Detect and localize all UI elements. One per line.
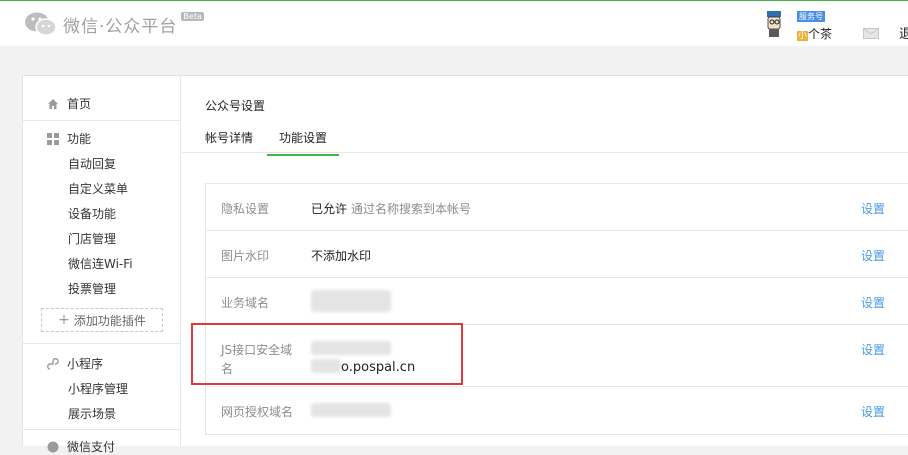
sidebar-group-wechat-pay: 微信支付: [47, 438, 115, 455]
page-title: 公众号设置: [205, 99, 266, 113]
sidebar-item-home[interactable]: 首页: [47, 95, 91, 112]
settings-row-privacy: 隐私设置 已允许 通过名称搜索到本帐号 设置: [206, 184, 908, 231]
setting-value: 不添加水印: [311, 249, 372, 263]
js-domain-settings-link[interactable]: 设置: [861, 341, 885, 358]
watermark-settings-link[interactable]: 设置: [861, 247, 885, 264]
brand-text: 微信·公众平台: [63, 16, 178, 37]
grid-icon: [47, 132, 59, 145]
setting-tip: 通过名称搜索到本帐号: [351, 202, 472, 216]
sidebar-divider: [23, 343, 180, 344]
sidebar-group-label: 功能: [67, 132, 92, 146]
setting-value: 已允许 通过名称搜索到本帐号: [311, 200, 471, 217]
sidebar-item-custom-menu[interactable]: 自定义菜单: [68, 180, 128, 197]
sidebar-group-label: 小程序: [67, 357, 104, 371]
sidebar-item-auto-reply[interactable]: 自动回复: [68, 155, 116, 172]
settings-row-watermark: 图片水印 不添加水印 设置: [206, 231, 908, 278]
sidebar-group-label: 微信支付: [67, 440, 116, 454]
brand-logo[interactable]: 微信·公众平台 Beta: [24, 11, 204, 37]
sidebar-group-mini-program: 小程序: [47, 355, 103, 372]
setting-label: 隐私设置: [221, 202, 270, 216]
settings-row-oauth-domain: 网页授权域名 设置: [206, 387, 908, 434]
logout-link[interactable]: 退: [899, 23, 908, 42]
sidebar-divider: [23, 429, 180, 430]
home-icon: [48, 98, 58, 109]
sidebar-group-features: 功能: [47, 130, 91, 147]
top-header: 微信·公众平台 Beta 服务号 小个茶 退: [0, 0, 908, 46]
settings-row-business-domain: 业务域名 设置: [206, 278, 908, 325]
tab-bar: 帐号详情 功能设置: [182, 120, 908, 156]
setting-label: 网页授权域名: [221, 405, 294, 419]
sidebar-item-voting[interactable]: 投票管理: [68, 280, 116, 297]
sidebar-item-mini-program-manage[interactable]: 小程序管理: [68, 380, 128, 397]
sidebar-item-label: 首页: [67, 97, 92, 111]
main-panel: 公众号设置 帐号详情 功能设置 隐私设置 已允许 通过名称搜索到本帐号 设置 图片…: [182, 76, 908, 447]
account-avatar[interactable]: [762, 10, 786, 38]
privacy-settings-link[interactable]: 设置: [861, 200, 885, 217]
beta-badge: Beta: [181, 11, 204, 21]
plus-icon: +: [58, 312, 70, 328]
mini-program-icon: [47, 357, 59, 370]
sidebar-item-device[interactable]: 设备功能: [68, 205, 116, 222]
sidebar-item-stores[interactable]: 门店管理: [68, 230, 116, 247]
add-plugin-label: 添加功能插件: [73, 313, 146, 328]
wechat-pay-icon: [47, 441, 59, 452]
redacted-value: [311, 403, 391, 417]
account-name-highlight: 小: [797, 31, 809, 41]
redacted-value: [311, 290, 391, 312]
content-shell: 首页 功能 自动回复 自定义菜单 设备功能 门店管理 微信连Wi-Fi 投票管理…: [22, 75, 908, 454]
add-plugin-button[interactable]: + 添加功能插件: [41, 308, 163, 332]
mail-icon[interactable]: [863, 28, 879, 39]
setting-label: 业务域名: [221, 296, 270, 310]
sidebar: 首页 功能 自动回复 自定义菜单 设备功能 门店管理 微信连Wi-Fi 投票管理…: [23, 76, 181, 454]
sidebar-divider: [23, 120, 180, 121]
business-domain-settings-link[interactable]: 设置: [861, 294, 885, 311]
account-name[interactable]: 小个茶: [797, 25, 832, 42]
settings-table: 隐私设置 已允许 通过名称搜索到本帐号 设置 图片水印 不添加水印 设置 业务域名…: [205, 183, 908, 435]
wechat-logo-icon: [25, 12, 57, 36]
oauth-domain-settings-link[interactable]: 设置: [861, 403, 885, 420]
sidebar-item-wifi[interactable]: 微信连Wi-Fi: [68, 255, 133, 272]
tab-feature-settings[interactable]: 功能设置: [267, 129, 340, 156]
tab-account-details[interactable]: 帐号详情: [205, 129, 253, 146]
sidebar-item-display-scenes[interactable]: 展示场景: [68, 405, 116, 422]
red-highlight-box: [191, 323, 463, 385]
setting-value-text: 已允许: [311, 202, 348, 216]
account-type-badge: 服务号: [797, 11, 825, 22]
setting-label: 图片水印: [221, 249, 270, 263]
account-name-text: 个茶: [808, 27, 833, 41]
